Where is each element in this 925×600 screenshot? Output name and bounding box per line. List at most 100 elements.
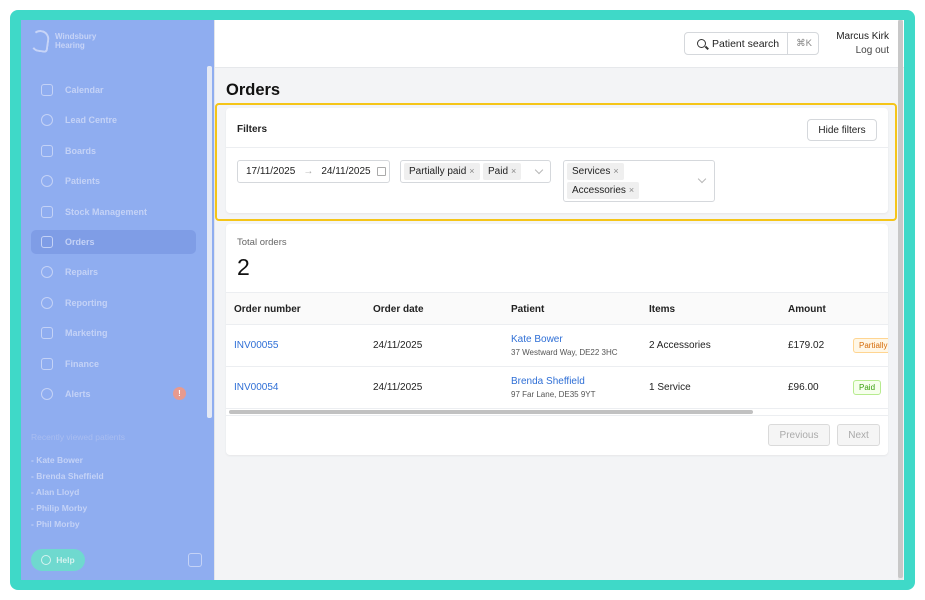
chevron-down-icon xyxy=(697,174,707,184)
page-vertical-scrollbar[interactable] xyxy=(898,20,903,580)
order-number-link[interactable]: INV00054 xyxy=(234,382,278,393)
remove-tag-icon[interactable]: × xyxy=(469,166,474,176)
patient-link[interactable]: Brenda Sheffield xyxy=(511,376,585,387)
sidebar-item-label: Reporting xyxy=(65,297,108,308)
order-date: 24/11/2025 xyxy=(373,340,423,351)
remove-tag-icon[interactable]: × xyxy=(511,166,516,176)
brand-logo[interactable]: Windsbury Hearing xyxy=(29,28,97,54)
tag-paid: Paid × xyxy=(483,163,522,180)
search-shortcut: ⌘K xyxy=(787,33,812,54)
date-to[interactable]: 24/11/2025 xyxy=(321,166,370,177)
page-title: Orders xyxy=(226,81,281,99)
search-icon xyxy=(697,39,706,48)
pagination-divider xyxy=(226,415,888,416)
recent-patient-link[interactable]: - Alan Lloyd xyxy=(31,484,104,500)
status-badge: Paid xyxy=(853,380,882,395)
order-items: 2 Accessories xyxy=(649,340,711,351)
tag-label: Services xyxy=(572,166,611,177)
patient-address: 37 Westward Way, DE22 3HC xyxy=(511,348,618,357)
sidebar-item-finance[interactable]: Finance xyxy=(31,352,196,376)
sidebar-item-label: Boards xyxy=(65,145,97,156)
patient-search-label: Patient search xyxy=(712,37,780,50)
calendar-icon xyxy=(41,84,53,96)
help-label: Help xyxy=(56,555,75,565)
top-bar: Patient search ⌘K Marcus Kirk Log out xyxy=(215,20,904,68)
column-order-date[interactable]: Order date xyxy=(373,304,424,315)
sidebar-item-calendar[interactable]: Calendar xyxy=(31,78,196,102)
filters-title: Filters xyxy=(237,124,268,135)
date-from[interactable]: 17/11/2025 xyxy=(246,166,295,177)
total-orders-value: 2 xyxy=(237,254,250,280)
previous-page-button[interactable]: Previous xyxy=(768,424,830,446)
sidebar-scrollbar[interactable] xyxy=(207,66,212,418)
chevron-down-icon xyxy=(534,165,544,175)
column-patient[interactable]: Patient xyxy=(511,304,544,315)
column-amount[interactable]: Amount xyxy=(788,304,826,315)
tag-services: Services × xyxy=(567,163,624,180)
sidebar-item-label: Alerts xyxy=(65,388,91,399)
patient-address: 97 Far Lane, DE35 9YT xyxy=(511,390,596,399)
calendar-icon xyxy=(376,167,386,176)
mail-icon xyxy=(41,327,53,340)
order-number-link[interactable]: INV00055 xyxy=(234,340,278,351)
tag-label: Accessories xyxy=(572,185,626,196)
brand-line-2: Hearing xyxy=(55,41,85,50)
item-type-select[interactable]: Services × Accessories × xyxy=(563,160,715,202)
help-button[interactable]: Help xyxy=(31,549,85,571)
sidebar-item-orders[interactable]: Orders xyxy=(31,229,196,254)
table-horizontal-scrollbar[interactable] xyxy=(229,410,753,414)
help-icon xyxy=(41,555,52,565)
logout-link[interactable]: Log out xyxy=(856,45,889,56)
sidebar-item-repairs[interactable]: Repairs xyxy=(31,260,196,284)
sidebar-item-label: Patients xyxy=(65,176,101,187)
filters-header: Filters Hide filters xyxy=(226,108,888,148)
sidebar-item-patients[interactable]: Patients xyxy=(31,169,196,193)
recent-patient-link[interactable]: - Philip Morby xyxy=(31,500,104,516)
sidebar-item-marketing[interactable]: Marketing xyxy=(31,321,196,345)
sidebar-nav: Calendar Lead Centre Boards Patients Sto… xyxy=(31,78,196,412)
table-row[interactable]: INV00055 24/11/2025 Kate Bower 37 Westwa… xyxy=(226,325,888,367)
recent-patient-link[interactable]: - Brenda Sheffield xyxy=(31,468,104,484)
recent-patient-link[interactable]: - Kate Bower xyxy=(31,452,104,468)
date-arrow: → xyxy=(303,166,314,177)
table-row[interactable]: INV00054 24/11/2025 Brenda Sheffield 97 … xyxy=(226,367,888,409)
payment-status-select[interactable]: Partially paid × Paid × xyxy=(400,160,551,183)
ear-icon xyxy=(29,28,51,54)
recent-patient-link[interactable]: - Phil Morby xyxy=(31,516,104,532)
app-window: Windsbury Hearing Calendar Lead Centre B… xyxy=(21,20,904,580)
column-items[interactable]: Items xyxy=(649,304,675,315)
collapse-sidebar-icon[interactable] xyxy=(188,553,202,567)
bell-icon xyxy=(41,387,53,400)
sidebar-item-label: Repairs xyxy=(65,267,99,278)
card-icon xyxy=(41,357,53,370)
sidebar-item-boards[interactable]: Boards xyxy=(31,139,196,163)
wrench-icon xyxy=(41,266,53,279)
sidebar: Windsbury Hearing Calendar Lead Centre B… xyxy=(21,20,214,580)
sidebar-item-lead-centre[interactable]: Lead Centre xyxy=(31,108,196,132)
remove-tag-icon[interactable]: × xyxy=(629,185,634,195)
sidebar-item-reporting[interactable]: Reporting xyxy=(31,291,196,315)
sidebar-item-stock-management[interactable]: Stock Management xyxy=(31,200,196,224)
page-scroll-thumb[interactable] xyxy=(898,20,903,578)
order-amount: £96.00 xyxy=(788,382,819,393)
total-orders-label: Total orders xyxy=(237,237,287,248)
date-range-picker[interactable]: 17/11/2025 → 24/11/2025 xyxy=(237,160,390,183)
sidebar-item-label: Finance xyxy=(65,358,100,369)
orders-panel: Total orders 2 Order number Order date P… xyxy=(226,224,888,455)
sidebar-item-label: Lead Centre xyxy=(65,115,118,126)
hide-filters-button[interactable]: Hide filters xyxy=(807,119,877,141)
column-order-number[interactable]: Order number xyxy=(234,304,301,315)
next-page-button[interactable]: Next xyxy=(837,424,880,446)
remove-tag-icon[interactable]: × xyxy=(613,166,618,176)
brand-line-1: Windsbury xyxy=(55,32,97,41)
patient-search-button[interactable]: Patient search ⌘K xyxy=(684,32,819,55)
patient-link[interactable]: Kate Bower xyxy=(511,334,563,345)
order-amount: £179.02 xyxy=(788,340,825,351)
headset-icon xyxy=(41,114,53,127)
smile-icon xyxy=(41,175,53,188)
board-icon xyxy=(41,144,53,157)
tag-partially-paid: Partially paid × xyxy=(404,163,480,180)
user-name: Marcus Kirk xyxy=(836,31,889,42)
sidebar-item-alerts[interactable]: Alerts ! xyxy=(31,382,196,406)
main-content: Patient search ⌘K Marcus Kirk Log out Or… xyxy=(214,20,904,580)
